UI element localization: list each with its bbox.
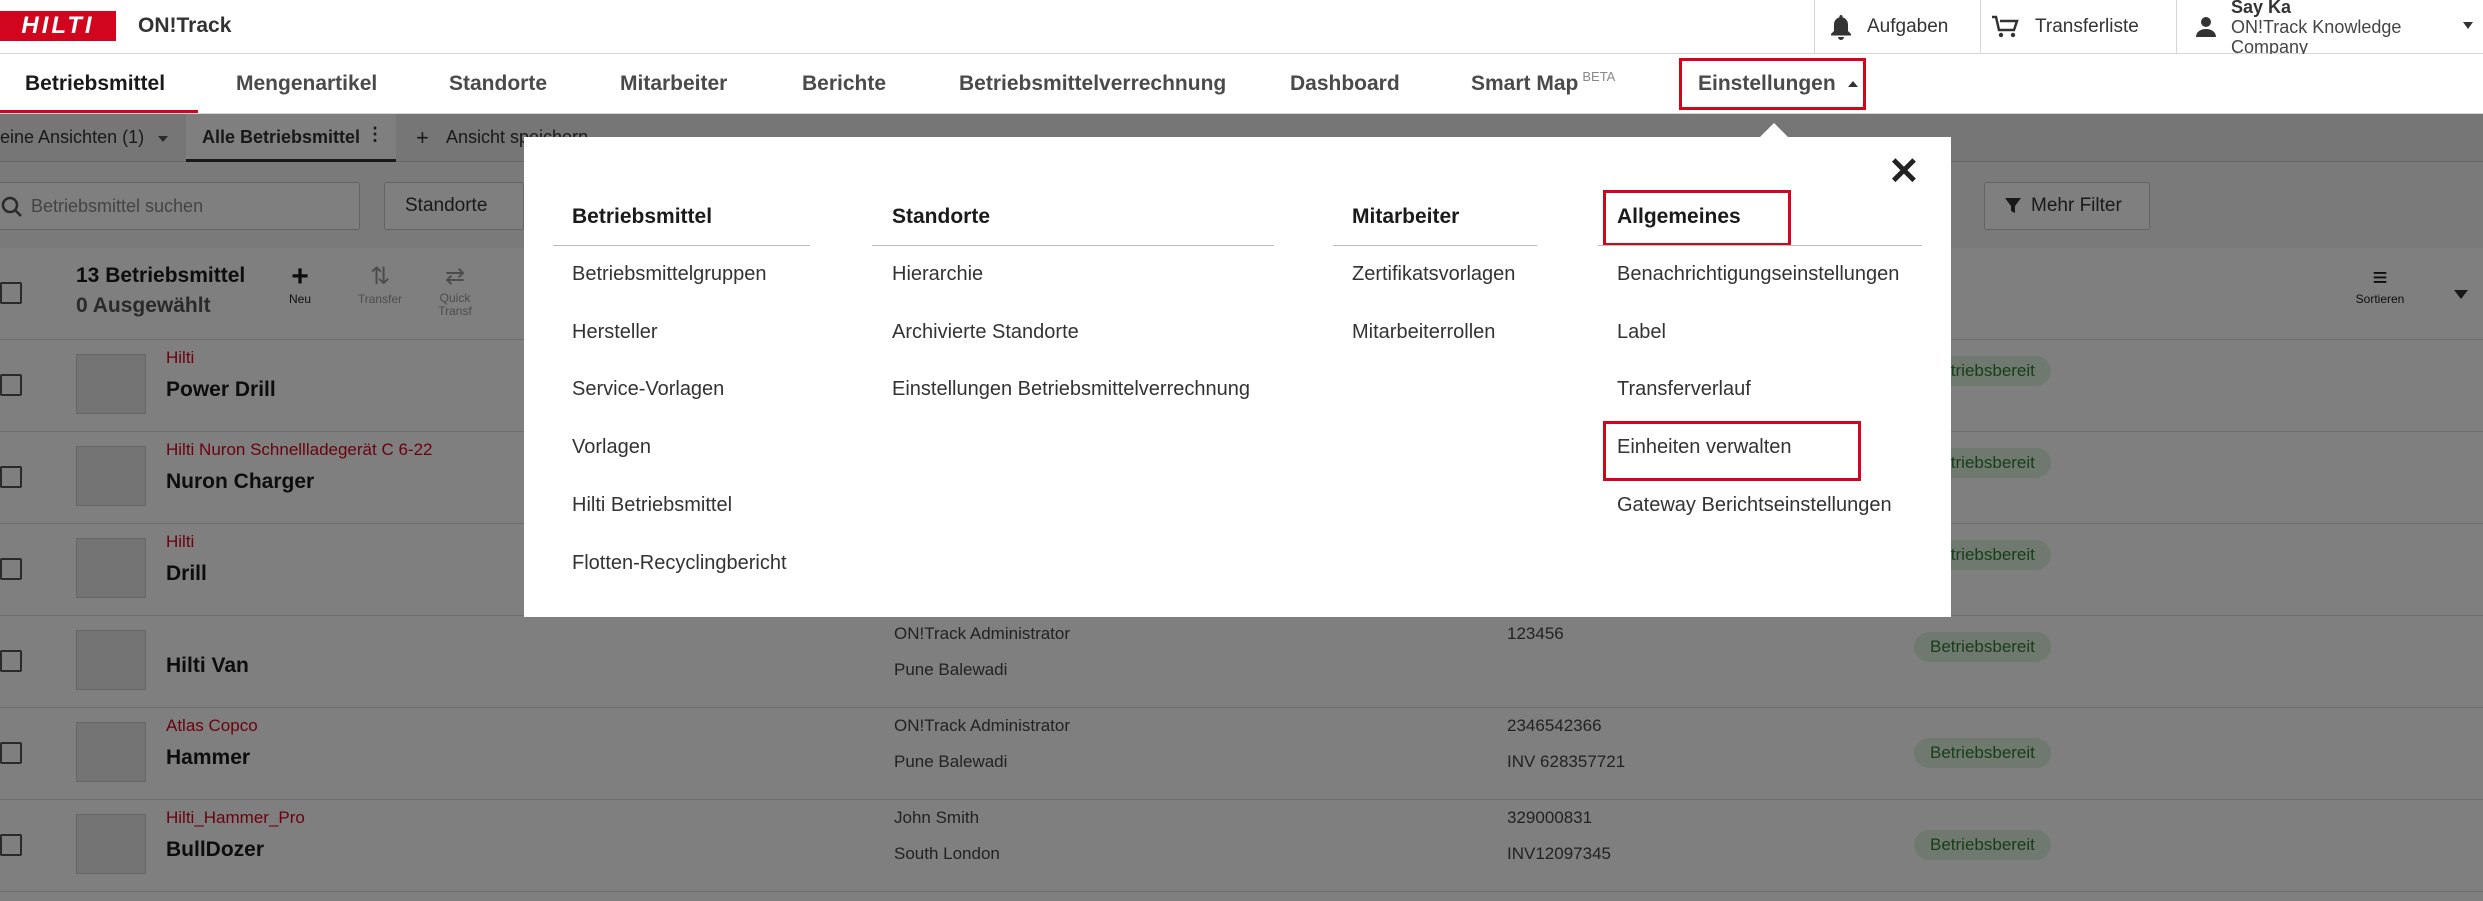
menu-item-benachrichtigungseinstellungen[interactable]: Benachrichtigungseinstellungen (1617, 263, 1899, 286)
menu-item-hilti-betriebsmittel[interactable]: Hilti Betriebsmittel (572, 494, 732, 517)
user-name: Say Ka (2230, 0, 2292, 17)
bell-icon (1831, 14, 1851, 40)
app-name: ON!Track (138, 14, 232, 37)
beta-badge: BETA (1582, 68, 1616, 84)
menu-item-archivierte-standorte[interactable]: Archivierte Standorte (892, 321, 1079, 344)
user-menu[interactable]: Say Ka ON!Track Knowledge Company (2176, 0, 2483, 57)
tasks-button[interactable]: Aufgaben (1814, 0, 1980, 53)
highlight-einheiten-verwalten (1603, 421, 1861, 481)
menu-item-mitarbeiterrollen[interactable]: Mitarbeiterrollen (1352, 321, 1495, 344)
nav-mengenartikel[interactable]: Mengenartikel (236, 54, 377, 114)
nav-betriebsmittel[interactable]: Betriebsmittel (25, 54, 165, 114)
menu-heading-standorte: Standorte (892, 205, 991, 228)
tasks-label: Aufgaben (1867, 15, 1949, 37)
menu-item-zertifikatsvorlagen[interactable]: Zertifikatsvorlagen (1352, 263, 1515, 286)
transfer-list-label: Transferliste (2035, 15, 2139, 37)
nav-berichte[interactable]: Berichte (802, 54, 886, 114)
nav-dashboard[interactable]: Dashboard (1290, 54, 1400, 114)
highlight-einstellungen (1679, 58, 1866, 110)
divider (872, 245, 1274, 246)
menu-item-service-vorlagen[interactable]: Service-Vorlagen (572, 378, 724, 401)
menu-item-label[interactable]: Label (1617, 321, 1666, 344)
divider (553, 245, 810, 246)
divider (1598, 245, 1922, 246)
menu-heading-mitarbeiter: Mitarbeiter (1352, 205, 1460, 228)
menu-item-gateway-berichtseinstellungen[interactable]: Gateway Berichtseinstellungen (1617, 494, 1892, 517)
chevron-down-icon (2463, 22, 2473, 29)
menu-item-transferverlauf[interactable]: Transferverlauf (1617, 378, 1751, 401)
highlight-allgemeines (1603, 190, 1791, 246)
nav-mitarbeiter[interactable]: Mitarbeiter (620, 54, 727, 114)
hilti-logo[interactable]: HILTI (0, 11, 116, 41)
transfer-list-button[interactable]: Transferliste (1980, 0, 2176, 53)
active-tab-indicator (0, 110, 198, 113)
menu-item-einstellungen-betriebsmittelverrechnung[interactable]: Einstellungen Betriebsmittelverrechnung (892, 378, 1250, 401)
menu-heading-betriebsmittel: Betriebsmittel (572, 205, 713, 228)
menu-item-flotten-recyclingbericht[interactable]: Flotten-Recyclingbericht (572, 552, 787, 575)
top-bar: HILTI ON!Track Aufgaben Transferliste Sa… (0, 0, 2483, 57)
cart-icon (1992, 15, 2019, 37)
menu-item-hierarchie[interactable]: Hierarchie (892, 263, 983, 286)
company-name: ON!Track Knowledge Company (2230, 16, 2402, 57)
menu-item-vorlagen[interactable]: Vorlagen (572, 436, 651, 459)
user-icon (2195, 16, 2216, 37)
main-nav: Betriebsmittel Mengenartikel Standorte M… (0, 54, 2483, 114)
divider (1333, 245, 1537, 246)
nav-betriebsmittelverrechnung[interactable]: Betriebsmittelverrechnung (959, 54, 1226, 114)
nav-smart-map[interactable]: Smart Map BETA (1471, 54, 1615, 114)
menu-item-betriebsmittelgruppen[interactable]: Betriebsmittelgruppen (572, 263, 767, 286)
menu-pointer (1760, 123, 1788, 137)
menu-item-hersteller[interactable]: Hersteller (572, 321, 658, 344)
close-icon[interactable]: ✕ (1888, 152, 1920, 192)
nav-smart-map-label: Smart Map (1471, 72, 1579, 95)
nav-standorte[interactable]: Standorte (449, 54, 547, 114)
